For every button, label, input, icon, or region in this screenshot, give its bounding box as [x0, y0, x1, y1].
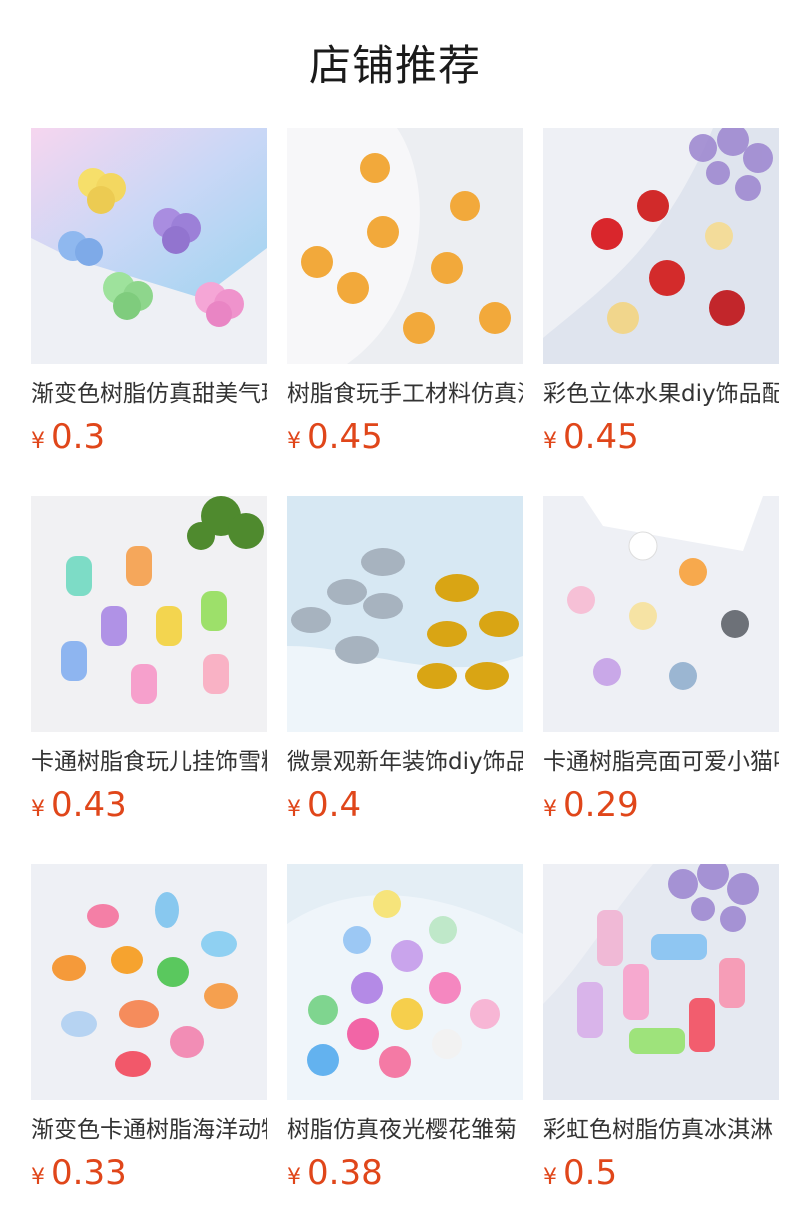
currency-symbol: ¥ — [287, 797, 301, 822]
product-price: ¥0.45 — [287, 416, 523, 458]
product-image[interactable] — [31, 864, 267, 1100]
product-image[interactable] — [543, 496, 779, 732]
product-price: ¥0.29 — [543, 784, 779, 826]
product-image[interactable] — [287, 864, 523, 1100]
product-grid: 渐变色树脂仿真甜美气球 ¥0.3 树脂食玩手工材料仿真汉堡 ¥0.45 — [31, 128, 790, 1232]
price-value: 0.4 — [307, 785, 362, 825]
product-title[interactable]: 卡通树脂亮面可爱小猫咪 — [543, 746, 779, 778]
product-image[interactable] — [31, 496, 267, 732]
currency-symbol: ¥ — [543, 429, 557, 454]
product-card[interactable]: 卡通树脂亮面可爱小猫咪 ¥0.29 — [543, 496, 779, 864]
price-value: 0.38 — [307, 1153, 383, 1193]
product-card[interactable]: 彩色立体水果diy饰品配件 ¥0.45 — [543, 128, 779, 496]
product-image[interactable] — [287, 128, 523, 364]
product-price: ¥0.43 — [31, 784, 267, 826]
product-image[interactable] — [287, 496, 523, 732]
product-title[interactable]: 彩虹色树脂仿真冰淇淋 — [543, 1114, 779, 1146]
product-title[interactable]: 树脂食玩手工材料仿真汉堡 — [287, 378, 523, 410]
price-value: 0.45 — [307, 417, 383, 457]
currency-symbol: ¥ — [31, 1165, 45, 1190]
product-card[interactable]: 彩虹色树脂仿真冰淇淋 ¥0.5 — [543, 864, 779, 1232]
price-value: 0.29 — [563, 785, 639, 825]
page-title: 店铺推荐 — [308, 41, 481, 90]
price-value: 0.45 — [563, 417, 639, 457]
product-card[interactable]: 微景观新年装饰diy饰品 ¥0.4 — [287, 496, 523, 864]
product-price: ¥0.5 — [543, 1152, 779, 1194]
currency-symbol: ¥ — [31, 797, 45, 822]
price-value: 0.3 — [51, 417, 106, 457]
currency-symbol: ¥ — [287, 1165, 301, 1190]
product-title[interactable]: 树脂仿真夜光樱花雏菊 — [287, 1114, 523, 1146]
product-price: ¥0.4 — [287, 784, 523, 826]
product-image[interactable] — [543, 864, 779, 1100]
currency-symbol: ¥ — [287, 429, 301, 454]
product-price: ¥0.45 — [543, 416, 779, 458]
currency-symbol: ¥ — [31, 429, 45, 454]
product-image[interactable] — [31, 128, 267, 364]
product-card[interactable]: 渐变色树脂仿真甜美气球 ¥0.3 — [31, 128, 267, 496]
currency-symbol: ¥ — [543, 797, 557, 822]
product-title[interactable]: 微景观新年装饰diy饰品 — [287, 746, 523, 778]
price-value: 0.33 — [51, 1153, 127, 1193]
currency-symbol: ¥ — [543, 1165, 557, 1190]
product-card[interactable]: 树脂食玩手工材料仿真汉堡 ¥0.45 — [287, 128, 523, 496]
product-price: ¥0.3 — [31, 416, 267, 458]
product-image[interactable] — [543, 128, 779, 364]
product-title[interactable]: 渐变色树脂仿真甜美气球 — [31, 378, 267, 410]
product-price: ¥0.33 — [31, 1152, 267, 1194]
price-value: 0.5 — [563, 1153, 618, 1193]
product-title[interactable]: 彩色立体水果diy饰品配件 — [543, 378, 779, 410]
price-value: 0.43 — [51, 785, 127, 825]
product-card[interactable]: 卡通树脂食玩儿挂饰雪糕 ¥0.43 — [31, 496, 267, 864]
product-title[interactable]: 卡通树脂食玩儿挂饰雪糕 — [31, 746, 267, 778]
product-title[interactable]: 渐变色卡通树脂海洋动物 — [31, 1114, 267, 1146]
product-card[interactable]: 渐变色卡通树脂海洋动物 ¥0.33 — [31, 864, 267, 1232]
product-card[interactable]: 树脂仿真夜光樱花雏菊 ¥0.38 — [287, 864, 523, 1232]
product-price: ¥0.38 — [287, 1152, 523, 1194]
